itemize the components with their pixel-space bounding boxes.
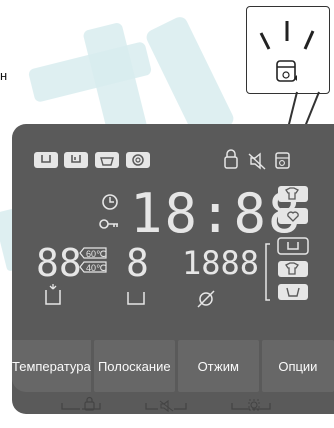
rinse-button[interactable]: Полоскание: [93, 340, 175, 392]
shirt-icon: [278, 186, 308, 202]
background-shape: [143, 14, 237, 142]
clock-display: 18:88: [130, 182, 303, 245]
favorite-icon: [278, 208, 308, 224]
svg-text:40℃: 40℃: [86, 263, 106, 273]
svg-text:60℃: 60℃: [86, 249, 106, 259]
smart-check-combo-hint: [231, 399, 271, 411]
temperature-icon: [45, 284, 61, 305]
sound-off-icon: [248, 152, 266, 170]
prewash-icon: [34, 152, 58, 168]
rinse-indicator-icon: [278, 284, 308, 300]
child-lock-combo-hint: [61, 396, 101, 411]
options-button[interactable]: Опции: [261, 340, 334, 392]
rinse-count-display: 8: [126, 241, 149, 285]
main-wash-icon: [64, 152, 88, 168]
temperature-display: 88: [36, 241, 82, 285]
temperature-option-60: 60℃: [79, 247, 107, 259]
temperature-option-40: 40℃: [79, 261, 107, 273]
button-row: Температура Полоскание Отжим Опции: [12, 340, 334, 392]
delay-end-icon: [102, 194, 118, 210]
softener-icon: [126, 152, 150, 168]
door-lock-icon: [224, 149, 238, 169]
sound-off-combo-hint: [145, 399, 187, 413]
spin-button[interactable]: Отжим: [177, 340, 259, 392]
spin-speed-display: 1888: [182, 244, 259, 282]
drum-clean-callout: [246, 6, 330, 94]
cut-off-text: н: [0, 68, 8, 83]
dryer-icon: [278, 261, 308, 277]
temperature-button[interactable]: Температура: [12, 340, 91, 392]
combo-hints: [61, 396, 271, 413]
rinse-icon: [127, 292, 145, 305]
bubble-soak-icon: [95, 152, 119, 168]
drum-clean-icon: [275, 152, 290, 169]
child-lock-icon: [99, 219, 118, 229]
spin-icon: [197, 290, 215, 308]
drum-clean-indicator-icon: [259, 21, 315, 82]
